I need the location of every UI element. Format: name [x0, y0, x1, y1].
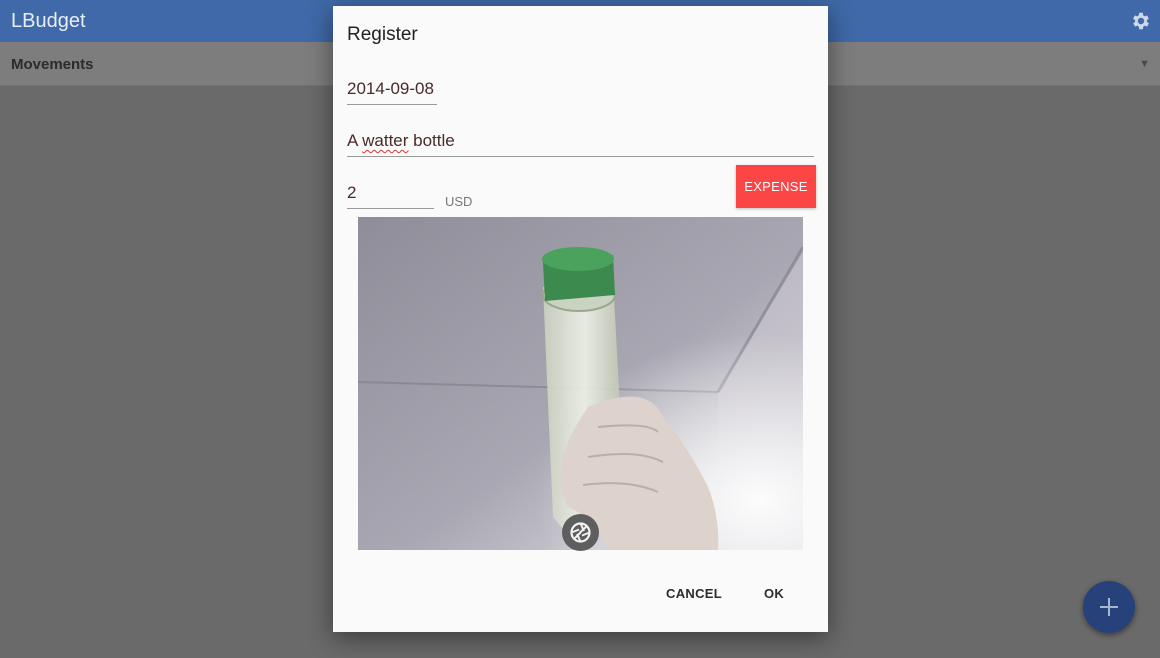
misspelled-word: watter — [362, 131, 409, 150]
dialog-title: Register — [347, 24, 418, 45]
gear-icon[interactable] — [1130, 10, 1152, 32]
ok-button[interactable]: OK — [748, 578, 800, 608]
camera-shutter-icon[interactable] — [562, 514, 599, 551]
triangle-down-icon[interactable]: ▼ — [1139, 58, 1150, 70]
date-field-underline — [347, 104, 437, 105]
expense-type-button[interactable]: EXPENSE — [736, 165, 816, 208]
amount-field[interactable]: 2 — [347, 183, 356, 203]
description-text-start: A — [347, 131, 363, 150]
date-field[interactable]: 2014-09-08 — [347, 79, 434, 99]
currency-label: USD — [445, 194, 473, 209]
section-label: Movements — [11, 56, 94, 73]
description-field-underline — [347, 156, 814, 157]
description-field[interactable]: A watter bottle — [347, 131, 455, 151]
app-title: LBudget — [11, 10, 86, 32]
amount-field-underline — [347, 208, 434, 209]
cancel-button[interactable]: CANCEL — [655, 578, 733, 608]
camera-preview — [358, 217, 803, 550]
register-dialog: Register 2014-09-08 A watter bottle 2 US… — [333, 6, 828, 632]
description-text-end: bottle — [408, 131, 455, 150]
add-movement-button[interactable] — [1083, 581, 1135, 633]
